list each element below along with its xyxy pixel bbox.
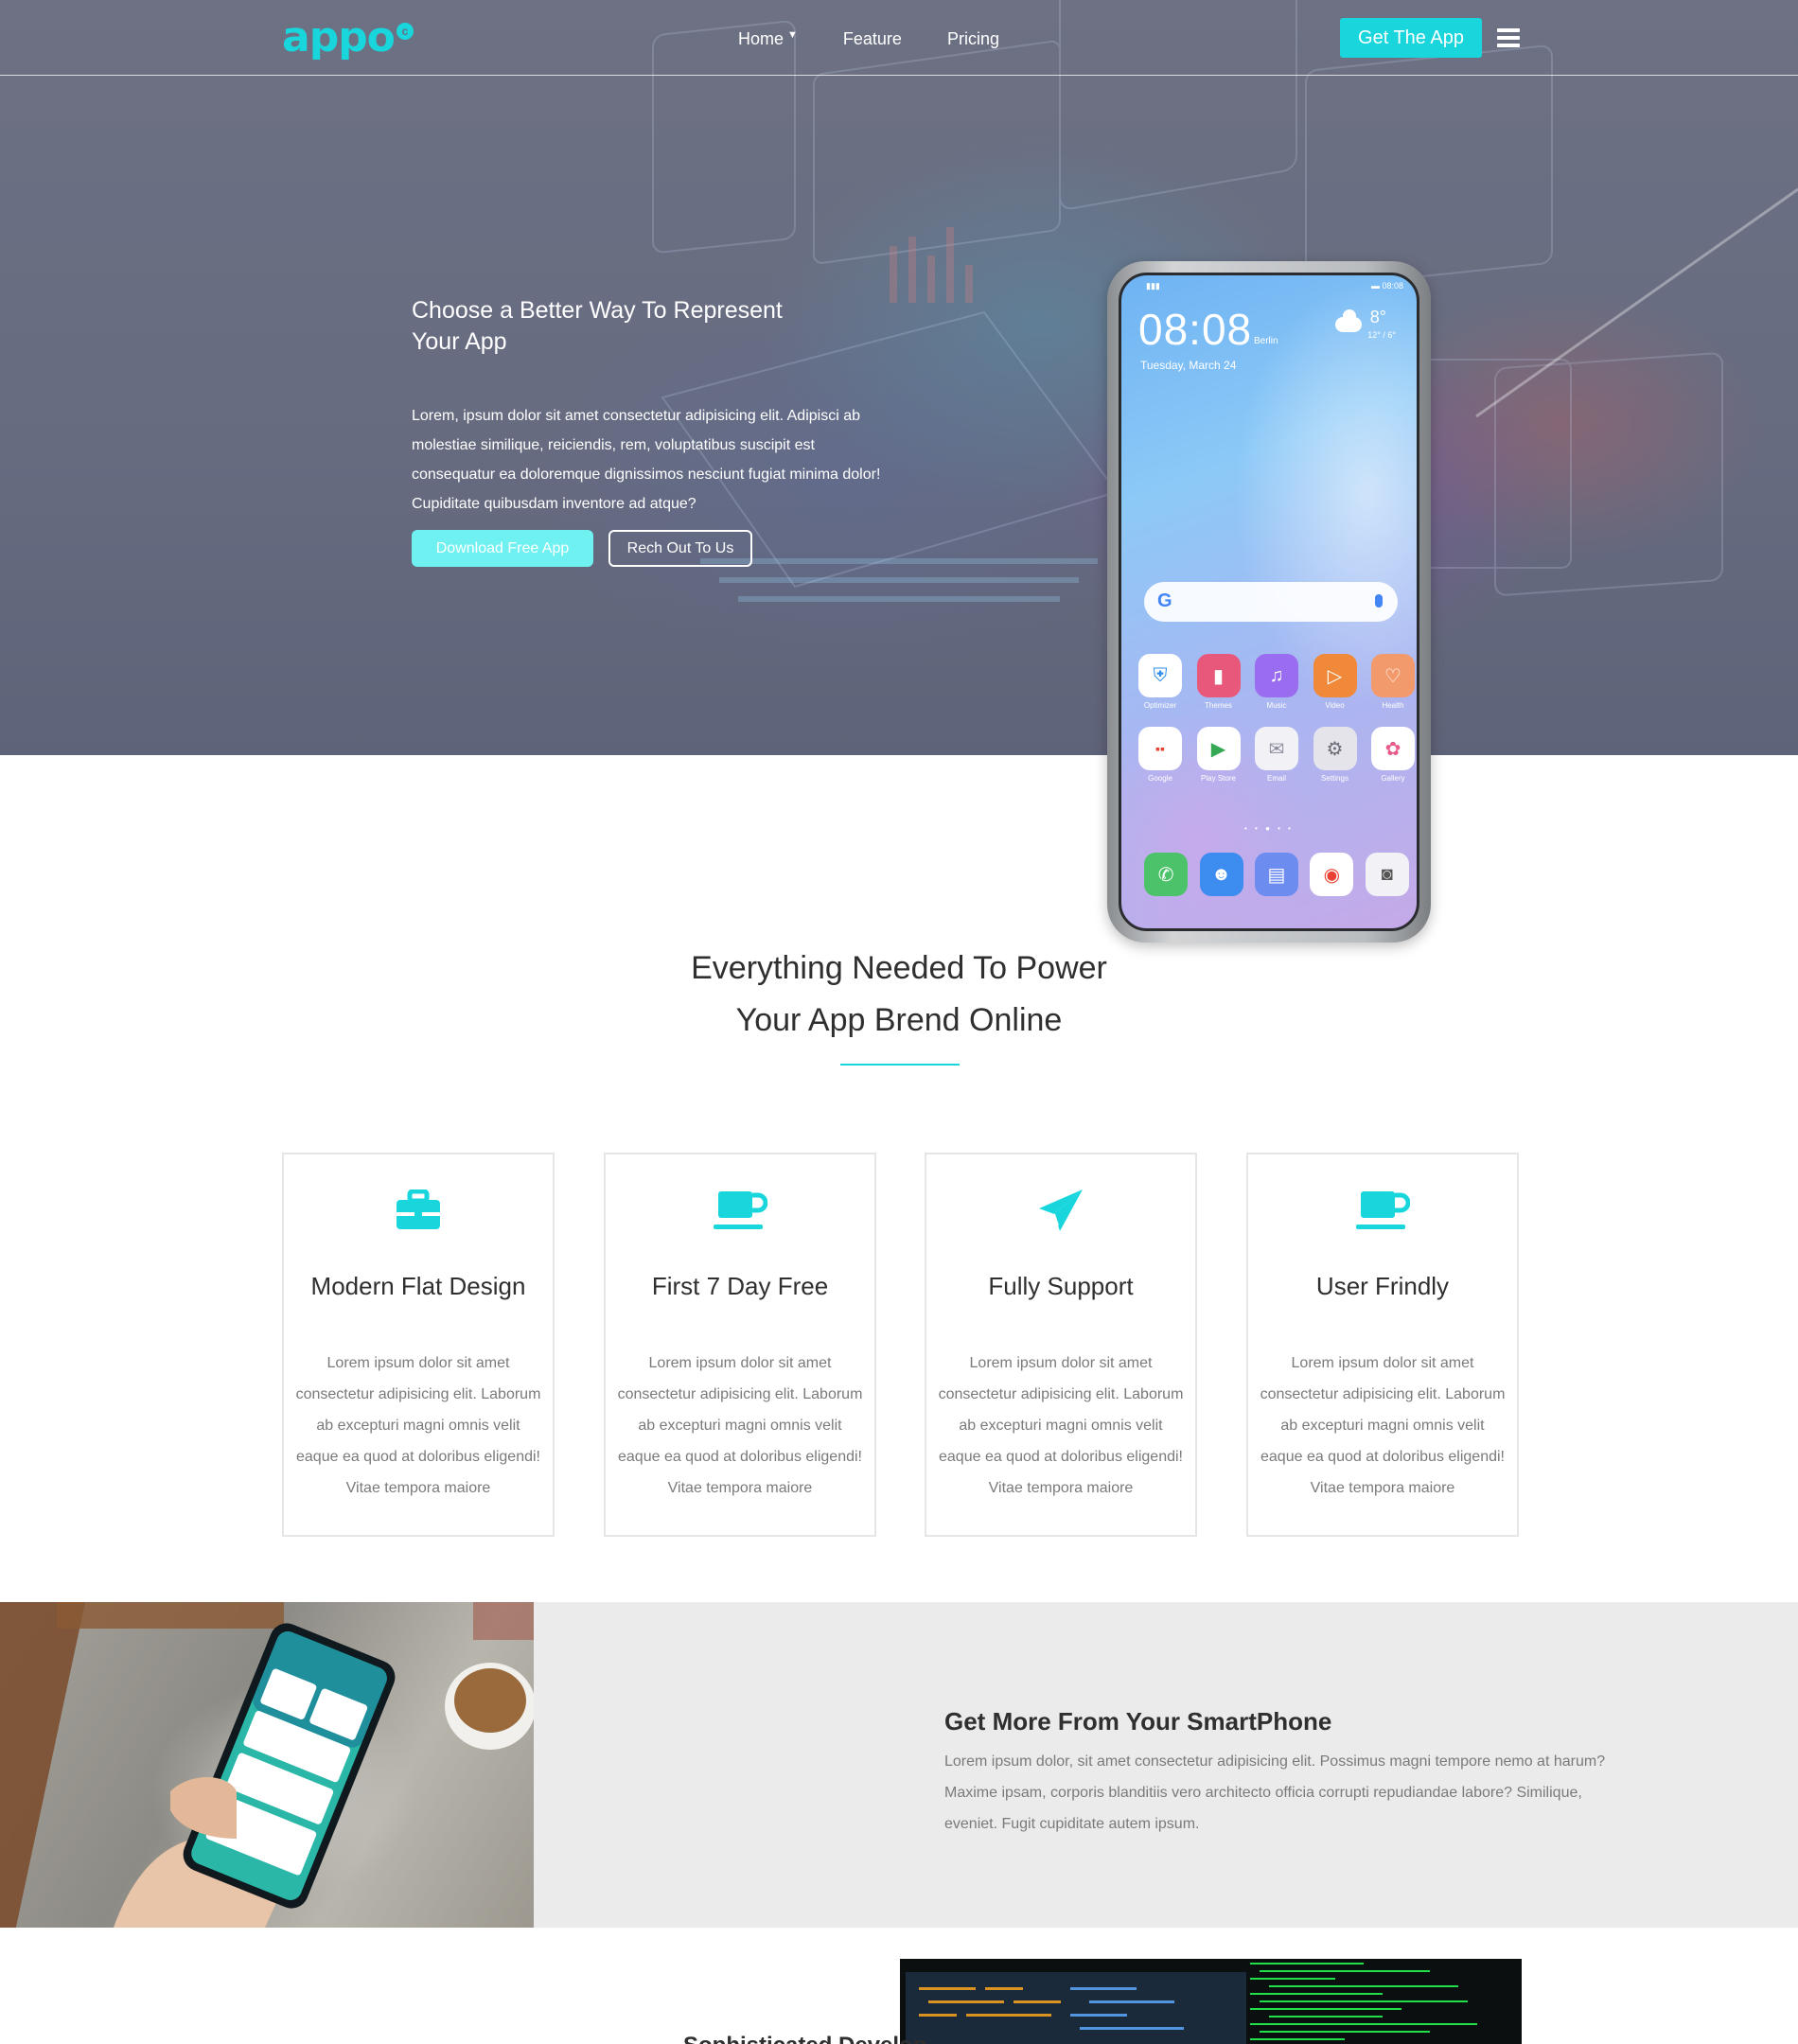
shield-icon: ⛨ — [1138, 654, 1182, 697]
hero-section: appo c Home ▼ Feature Pricing Get The Ap… — [0, 0, 1798, 755]
microphone-icon — [1375, 594, 1383, 608]
phone-call-icon: ✆ — [1144, 853, 1189, 896]
phone-screen: ▮▮▮ ▬ 08:08 08:08 Berlin 8° 12° / 6° Tue… — [1119, 273, 1419, 931]
envelope-icon: ✉ — [1255, 727, 1298, 770]
phone-temperature-range: 12° / 6° — [1367, 330, 1396, 340]
camera-icon: ◙ — [1365, 853, 1409, 896]
briefcase-icon — [284, 1187, 553, 1234]
google-folder-icon: ▪▪ — [1138, 727, 1182, 770]
phone-status-bar: ▮▮▮ ▬ 08:08 — [1146, 281, 1403, 292]
play-store-icon: ▶ — [1196, 727, 1241, 770]
brush-icon: ▮ — [1196, 654, 1241, 697]
feature-card-title: First 7 Day Free — [651, 1272, 829, 1300]
signal-icon: ▮▮▮ — [1146, 281, 1160, 291]
feature-card: Modern Flat Design Lorem ipsum dolor sit… — [282, 1153, 555, 1537]
phone-dock: ✆ ☻ ▤ ◉ ◙ — [1138, 853, 1415, 896]
nav-item-pricing[interactable]: Pricing — [947, 25, 999, 53]
logo-text: appo — [282, 13, 396, 62]
gear-icon: ⚙ — [1313, 727, 1357, 770]
brand-logo[interactable]: appo c — [282, 13, 414, 66]
app-optimizer: ⛨ Optimizer — [1138, 654, 1182, 710]
top-navbar: appo c Home ▼ Feature Pricing Get The Ap… — [0, 0, 1798, 76]
hand-holding-phone-image — [0, 1602, 534, 1928]
reach-out-button[interactable]: Rech Out To Us — [608, 530, 752, 567]
hero-title: Choose a Better Way To Represent Your Ap… — [412, 297, 783, 355]
next-section-title: Sophisticated Develop — [683, 2033, 926, 2044]
hero-description: Lorem, ipsum dolor sit amet consectetur … — [412, 408, 881, 512]
download-free-app-button[interactable]: Download Free App — [412, 530, 593, 567]
smartphone-text: Lorem ipsum dolor, sit amet consectetur … — [944, 1753, 1606, 1832]
feature-card: Fully Support Lorem ipsum dolor sit amet… — [925, 1153, 1197, 1537]
nav-item-label: Home — [738, 29, 784, 48]
chevron-down-icon: ▼ — [787, 29, 798, 41]
google-icon: G — [1157, 590, 1172, 611]
feature-card-title: User Frindly — [1315, 1272, 1450, 1300]
coffee-icon — [606, 1187, 874, 1234]
feature-card-text: Lorem ipsum dolor sit amet consectetur a… — [938, 1355, 1184, 1496]
app-email: ✉ Email — [1255, 727, 1298, 783]
feature-card-title: Modern Flat Design — [310, 1272, 526, 1300]
nav-item-feature[interactable]: Feature — [843, 25, 902, 53]
app-settings: ⚙ Settings — [1313, 727, 1357, 783]
hero-background-image — [652, 0, 1798, 602]
code-monitor-image — [900, 1959, 1522, 2044]
weather-cloud-icon — [1335, 309, 1362, 332]
coffee-icon — [1248, 1187, 1517, 1234]
contacts-icon: ☻ — [1199, 853, 1243, 896]
phone-app-grid: ⛨ Optimizer ▮ Themes ♫ Music ▷ Video ♡ H… — [1138, 654, 1415, 800]
smartphone-section: Get More From Your SmartPhone Lorem ipsu… — [0, 1602, 1798, 1928]
phone-city: Berlin — [1254, 336, 1278, 346]
features-title-line2: Your App Brend Online — [735, 1002, 1063, 1038]
app-health: ♡ Health — [1371, 654, 1415, 710]
app-play-store: ▶ Play Store — [1196, 727, 1241, 783]
battery-icon: ▬ 08:08 — [1370, 281, 1403, 291]
feature-card-title: Fully Support — [988, 1272, 1134, 1300]
flower-icon: ✿ — [1371, 727, 1415, 770]
phone-temperature: 8° — [1369, 308, 1386, 326]
app-gallery: ✿ Gallery — [1371, 727, 1415, 783]
features-title: Everything Needed To Power Your App Bren… — [615, 943, 1183, 1047]
page-indicator-dots: • • ● • • — [1244, 824, 1294, 833]
get-the-app-button[interactable]: Get The App — [1340, 18, 1482, 58]
feature-card-text: Lorem ipsum dolor sit amet consectetur a… — [295, 1355, 541, 1496]
phone-mockup: ▮▮▮ ▬ 08:08 08:08 Berlin 8° 12° / 6° Tue… — [1107, 261, 1431, 943]
messages-icon: ▤ — [1254, 853, 1298, 896]
heart-icon: ♡ — [1371, 654, 1415, 697]
music-note-icon: ♫ — [1255, 654, 1298, 697]
feature-card-text: Lorem ipsum dolor sit amet consectetur a… — [1260, 1355, 1506, 1496]
app-themes: ▮ Themes — [1196, 654, 1241, 710]
nav-links: Home ▼ Feature Pricing — [738, 25, 1045, 53]
phone-clock: 08:08 — [1138, 305, 1253, 354]
feature-card-text: Lorem ipsum dolor sit amet consectetur a… — [617, 1355, 863, 1496]
feature-card: User Frindly Lorem ipsum dolor sit amet … — [1246, 1153, 1519, 1537]
features-title-line1: Everything Needed To Power — [691, 950, 1107, 986]
app-google: ▪▪ Google — [1138, 727, 1182, 783]
smartphone-title: Get More From Your SmartPhone — [944, 1707, 1332, 1736]
paper-plane-icon — [926, 1187, 1195, 1234]
logo-mark: c — [396, 23, 414, 40]
feature-card: First 7 Day Free Lorem ipsum dolor sit a… — [604, 1153, 876, 1537]
features-title-underline — [840, 1064, 960, 1066]
play-icon: ▷ — [1313, 654, 1357, 697]
app-music: ♫ Music — [1255, 654, 1298, 710]
phone-date: Tuesday, March 24 — [1140, 359, 1237, 372]
hamburger-icon[interactable] — [1497, 28, 1520, 47]
app-video: ▷ Video — [1313, 654, 1357, 710]
google-search-bar: G — [1144, 582, 1398, 622]
nav-item-home[interactable]: Home ▼ — [738, 25, 798, 53]
chrome-icon: ◉ — [1310, 853, 1354, 896]
